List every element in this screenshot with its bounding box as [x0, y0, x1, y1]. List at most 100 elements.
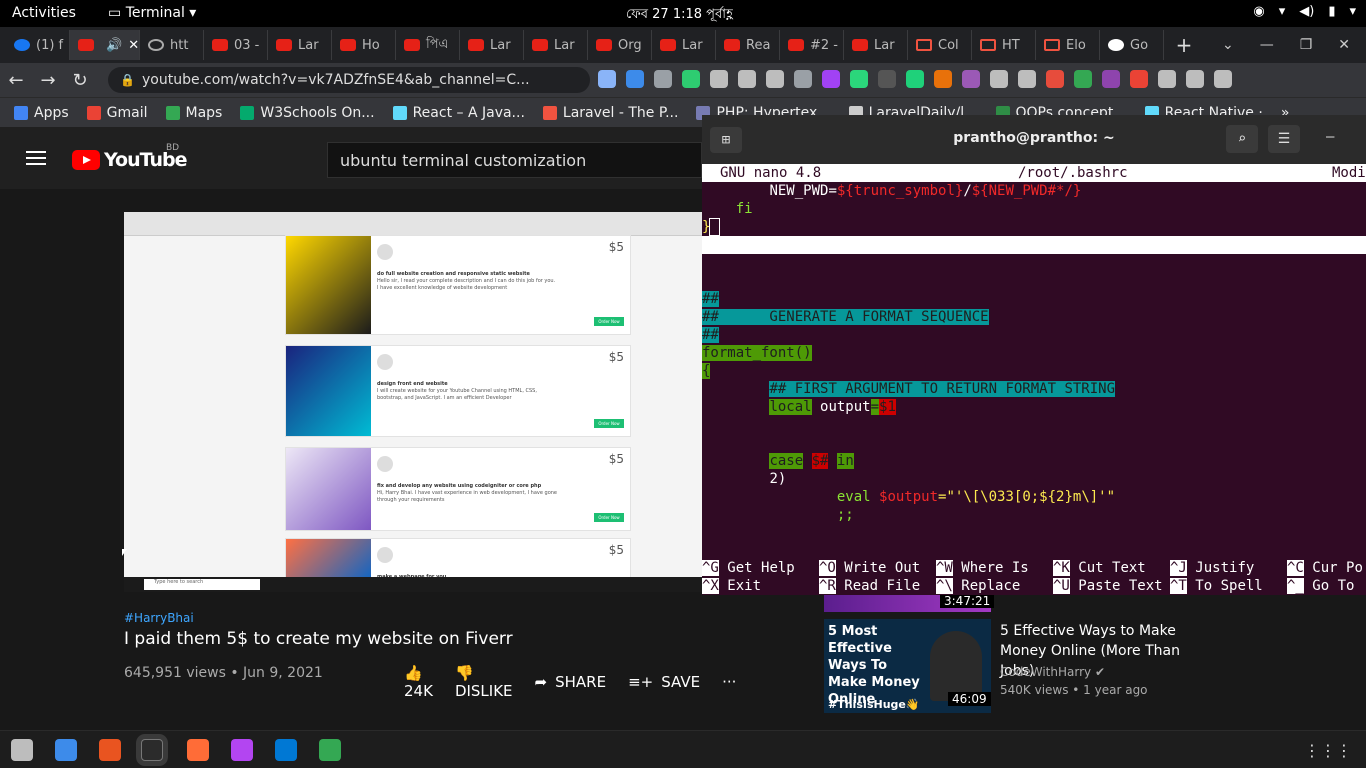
extension-icon[interactable]: [654, 70, 672, 88]
shortcut-item[interactable]: ^G Get Help: [702, 559, 795, 577]
shortcut-item[interactable]: ^J Justify: [1170, 559, 1254, 577]
browser-tab[interactable]: Lar: [460, 30, 524, 60]
browser-tab[interactable]: (1) f: [6, 30, 70, 60]
more-actions-icon[interactable]: ···: [722, 673, 736, 691]
address-bar[interactable]: 🔒 youtube.com/watch?v=vk7ADZfnSE4&ab_cha…: [108, 67, 590, 93]
bookmark-item[interactable]: W3Schools On...: [240, 105, 375, 121]
maximize-icon[interactable]: ❐: [1300, 37, 1313, 53]
postman-icon[interactable]: [187, 739, 209, 761]
browser-tab[interactable]: Lar: [268, 30, 332, 60]
minimize-icon[interactable]: —: [1260, 37, 1274, 53]
forward-button[interactable]: →: [32, 70, 64, 91]
shortcut-item[interactable]: ^C Cur Po: [1287, 559, 1363, 577]
browser-tab[interactable]: #2 -: [780, 30, 844, 60]
extension-icon[interactable]: [934, 70, 952, 88]
extension-icon[interactable]: [962, 70, 980, 88]
shortcut-item[interactable]: ^T To Spell: [1170, 577, 1263, 595]
extension-icon[interactable]: [626, 70, 644, 88]
search-button[interactable]: ⌕: [1226, 125, 1258, 153]
extension-icon[interactable]: [1074, 70, 1092, 88]
gig-card[interactable]: $5 do full website creation and responsiv…: [285, 235, 631, 335]
order-button[interactable]: Order Now: [594, 317, 624, 326]
extension-icon[interactable]: [822, 70, 840, 88]
terminal-window[interactable]: ⊞ prantho@prantho: ~ ⌕ ☰ — GNU nano 4.8/…: [702, 115, 1366, 595]
gig-card[interactable]: $5make a webpage for you: [285, 538, 631, 580]
files-icon[interactable]: [11, 739, 33, 761]
shortcut-item[interactable]: ^R Read File: [819, 577, 920, 595]
shortcut-item[interactable]: ^U Paste Text: [1053, 577, 1163, 595]
menu-button[interactable]: ☰: [1268, 125, 1300, 153]
extension-icon[interactable]: [794, 70, 812, 88]
save-button[interactable]: ≡+ SAVE: [628, 673, 700, 691]
browser-tab[interactable]: Ho: [332, 30, 396, 60]
close-icon[interactable]: ✕: [128, 38, 139, 53]
like-button[interactable]: 👍24K: [404, 664, 433, 700]
shortcut-item[interactable]: ^O Write Out: [819, 559, 920, 577]
chrome-icon[interactable]: [319, 739, 341, 761]
order-button[interactable]: Order Now: [594, 419, 624, 428]
video-player[interactable]: $5 do full website creation and responsiv…: [124, 212, 702, 592]
shortcut-item[interactable]: ^K Cut Text: [1053, 559, 1146, 577]
browser-tab[interactable]: Lar: [844, 30, 908, 60]
search-input[interactable]: ubuntu terminal customization: [327, 142, 702, 178]
back-button[interactable]: ←: [0, 70, 32, 91]
extension-icon[interactable]: [850, 70, 868, 88]
chevron-down-icon[interactable]: ⌄: [1222, 37, 1234, 53]
browser-tab[interactable]: Rea: [716, 30, 780, 60]
extension-icon[interactable]: [1186, 70, 1204, 88]
shortcut-item[interactable]: ^X Exit: [702, 577, 761, 595]
phpstorm-icon[interactable]: [231, 739, 253, 761]
show-apps-icon[interactable]: ⋮⋮⋮: [1304, 741, 1352, 760]
browser-tab[interactable]: Lar: [652, 30, 716, 60]
browser-tab[interactable]: Go: [1100, 30, 1164, 60]
extension-icon[interactable]: [1130, 70, 1148, 88]
share-button[interactable]: ➦ SHARE: [535, 673, 607, 691]
clock[interactable]: ফেব 27 1:18 পূর্বাহ্ণ: [626, 5, 733, 26]
shortcut-item[interactable]: ^_ Go To: [1287, 577, 1354, 595]
browser-tab[interactable]: Col: [908, 30, 972, 60]
extension-icon[interactable]: [598, 70, 616, 88]
extension-icon[interactable]: [878, 70, 896, 88]
app-menu[interactable]: ▭ Terminal ▾: [108, 5, 196, 21]
minimize-button[interactable]: —: [1326, 129, 1334, 145]
browser-tab[interactable]: Org: [588, 30, 652, 60]
close-icon[interactable]: ✕: [1338, 37, 1350, 53]
extension-icon[interactable]: [1046, 70, 1064, 88]
extension-icon[interactable]: [738, 70, 756, 88]
nano-editor[interactable]: NEW_PWD=${trunc_symbol}/${NEW_PWD#*/} fi…: [702, 182, 1366, 554]
extension-icon[interactable]: [1102, 70, 1120, 88]
extension-icon[interactable]: [1214, 70, 1232, 88]
menu-icon[interactable]: [26, 151, 46, 165]
bookmark-item[interactable]: Apps: [14, 105, 69, 121]
vscode-icon[interactable]: [275, 739, 297, 761]
video-hashtag[interactable]: #HarryBhai: [124, 611, 702, 625]
browser-tab[interactable]: 03 -: [204, 30, 268, 60]
browser-tab[interactable]: Lar: [524, 30, 588, 60]
extension-icon[interactable]: [766, 70, 784, 88]
shortcut-item[interactable]: ^\ Replace: [936, 577, 1020, 595]
terminal-icon[interactable]: [141, 739, 163, 761]
browser-tab[interactable]: পিএ: [396, 30, 460, 60]
bookmark-item[interactable]: Gmail: [86, 105, 148, 121]
new-tab-button[interactable]: +: [1164, 33, 1204, 57]
channel-name[interactable]: CodeWithHarry ✔: [1000, 665, 1105, 679]
bookmark-item[interactable]: Laravel - The P...: [542, 105, 678, 121]
youtube-logo[interactable]: YouTube BD: [72, 143, 187, 171]
shortcut-item[interactable]: ^W Where Is: [936, 559, 1029, 577]
text-editor-icon[interactable]: [55, 739, 77, 761]
reload-button[interactable]: ↻: [64, 70, 96, 91]
browser-tab[interactable]: Elo: [1036, 30, 1100, 60]
extension-icon[interactable]: [1018, 70, 1036, 88]
bookmark-item[interactable]: Maps: [165, 105, 222, 121]
browser-tab[interactable]: htt: [140, 30, 204, 60]
extension-icon[interactable]: [906, 70, 924, 88]
system-tray[interactable]: ◉ ▾ ◀) ▮ ▾: [1253, 4, 1356, 19]
browser-tab[interactable]: 🔊 ✕: [70, 30, 140, 60]
extension-icon[interactable]: [682, 70, 700, 88]
gig-card[interactable]: $5 design front end website I will create …: [285, 345, 631, 437]
extension-icon[interactable]: [710, 70, 728, 88]
software-icon[interactable]: [99, 739, 121, 761]
extension-icon[interactable]: [1158, 70, 1176, 88]
order-button[interactable]: Order Now: [594, 513, 624, 522]
extension-icon[interactable]: [990, 70, 1008, 88]
